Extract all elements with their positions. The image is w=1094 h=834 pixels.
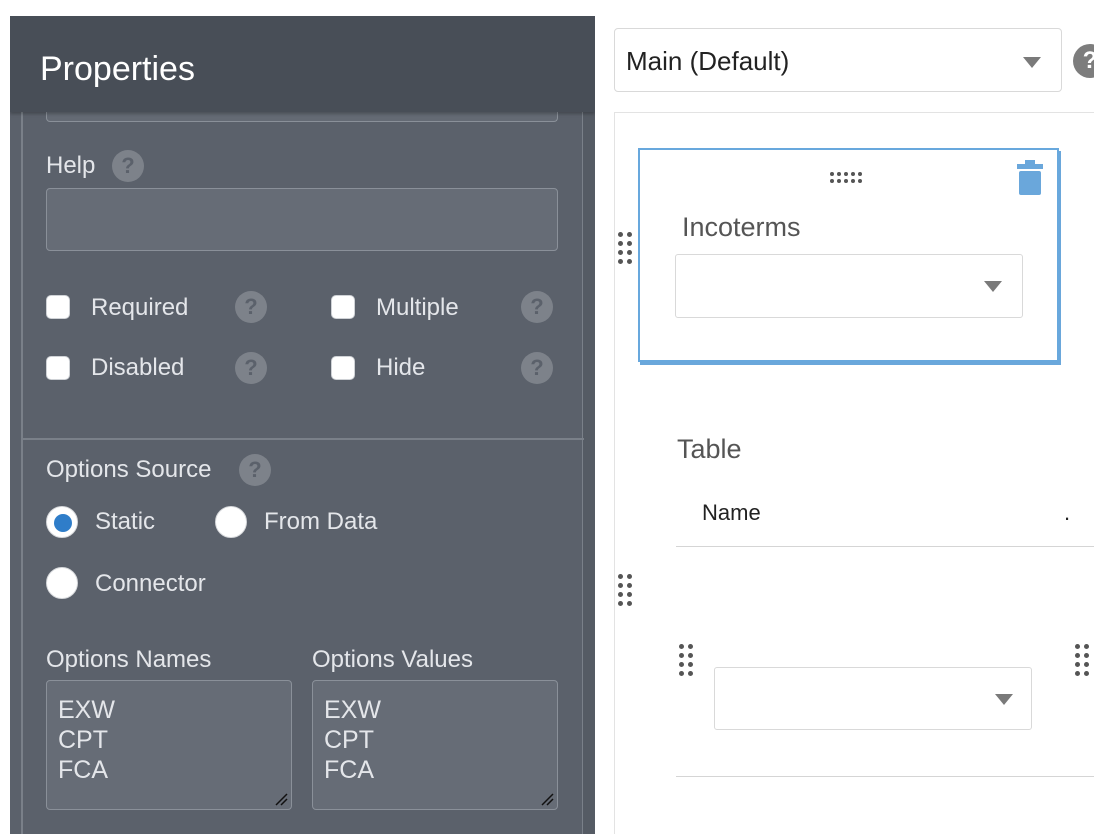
trash-icon[interactable]	[1016, 160, 1044, 196]
question-circle-icon[interactable]: ?	[239, 454, 271, 486]
chevron-down-icon	[984, 281, 1002, 292]
from-data-radio[interactable]	[215, 506, 247, 538]
option-name-line: CPT	[58, 726, 108, 754]
question-circle-icon[interactable]: ?	[235, 352, 267, 384]
drag-handle-icon[interactable]	[618, 574, 632, 606]
disabled-checkbox[interactable]	[46, 356, 70, 380]
chevron-down-icon	[995, 694, 1013, 705]
table-label: Table	[677, 434, 742, 464]
static-radio[interactable]	[46, 506, 78, 538]
option-name-line: FCA	[58, 756, 108, 784]
drag-handle-icon[interactable]	[618, 232, 632, 264]
options-names-textarea[interactable]: EXW CPT FCA	[46, 680, 292, 810]
resize-handle-icon[interactable]	[274, 792, 288, 806]
option-value-line: CPT	[324, 726, 374, 754]
view-select-value: Main (Default)	[626, 46, 790, 76]
selected-field-card[interactable]: Incoterms	[638, 148, 1059, 362]
question-circle-icon[interactable]: ?	[521, 291, 553, 323]
static-label: Static	[95, 508, 156, 535]
question-circle-icon[interactable]: ?	[521, 352, 553, 384]
table-cell-dropdown[interactable]	[714, 667, 1032, 730]
options-source-label: Options Source	[46, 456, 212, 483]
resize-handle-icon[interactable]	[540, 792, 554, 806]
from-data-label: From Data	[264, 508, 378, 535]
help-label: Help	[46, 152, 96, 179]
options-values-textarea[interactable]: EXW CPT FCA	[312, 680, 558, 810]
hide-label: Hide	[376, 354, 426, 381]
multiple-label: Multiple	[376, 294, 459, 321]
form-builder-screen: Properties Help ? Required ? Multiple ? …	[0, 0, 1094, 834]
question-circle-icon[interactable]: ?	[112, 150, 144, 182]
properties-title: Properties	[40, 50, 195, 88]
required-checkbox[interactable]	[46, 295, 70, 319]
drag-handle-icon[interactable]	[1075, 644, 1089, 676]
section-divider	[21, 438, 584, 440]
multiple-checkbox[interactable]	[331, 295, 355, 319]
connector-label: Connector	[95, 570, 206, 597]
option-name-line: EXW	[58, 696, 115, 724]
chevron-down-icon	[1023, 57, 1041, 68]
table-header-extra: .	[1064, 500, 1071, 525]
option-value-line: EXW	[324, 696, 381, 724]
properties-header: Properties	[10, 16, 595, 112]
table-header-name: Name	[702, 500, 761, 525]
option-value-line: FCA	[324, 756, 374, 784]
options-names-label: Options Names	[46, 646, 212, 673]
disabled-label: Disabled	[91, 354, 185, 381]
panel-border-left	[21, 112, 23, 834]
table-header: Name .	[676, 490, 1094, 547]
connector-radio[interactable]	[46, 567, 78, 599]
field-label: Incoterms	[682, 212, 801, 242]
properties-panel: Properties Help ? Required ? Multiple ? …	[10, 16, 595, 834]
question-circle-icon[interactable]: ?	[235, 291, 267, 323]
drag-handle-icon[interactable]	[679, 644, 693, 676]
help-input[interactable]	[46, 188, 558, 251]
question-circle-icon[interactable]: ?	[1073, 44, 1094, 78]
panel-scroll-area[interactable]	[583, 112, 595, 834]
options-values-label: Options Values	[312, 646, 473, 673]
drag-handle-icon[interactable]	[830, 172, 862, 183]
table-bottom-border	[676, 776, 1094, 777]
view-select[interactable]: Main (Default)	[614, 28, 1062, 92]
hide-checkbox[interactable]	[331, 356, 355, 380]
required-label: Required	[91, 294, 189, 321]
incoterms-dropdown[interactable]	[675, 254, 1023, 318]
